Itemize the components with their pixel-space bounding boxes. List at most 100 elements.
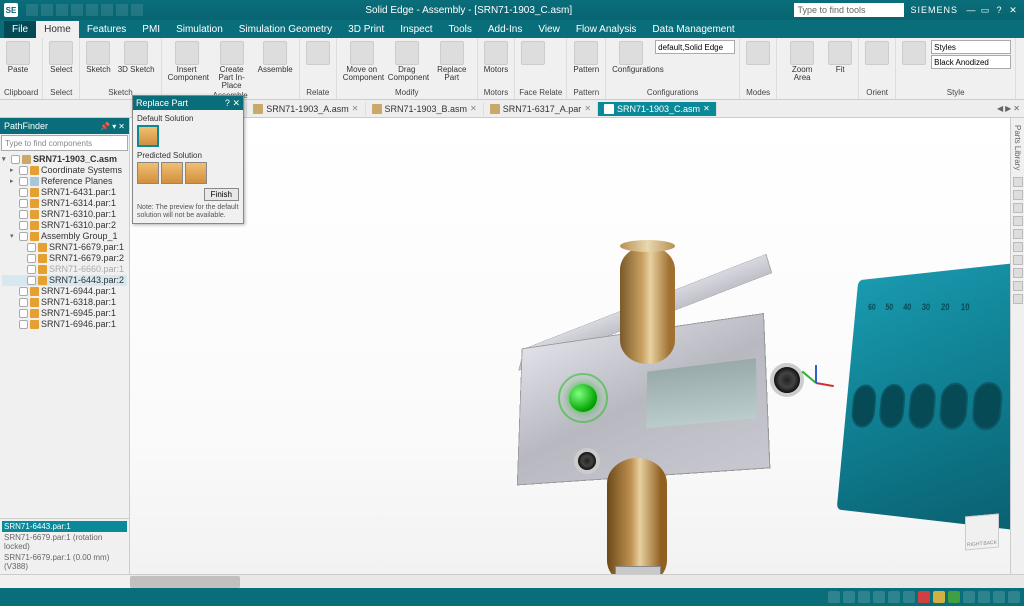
tree-item[interactable]: SRN71-6443.par:2 (2, 275, 127, 286)
doc-tab[interactable]: SRN71-1903_B.asm✕ (366, 102, 484, 116)
ribbon-drag-component[interactable]: Drag Component (386, 40, 428, 83)
status-icon[interactable] (918, 591, 930, 603)
tree-item[interactable]: SRN71-6679.par:1 (2, 242, 127, 253)
h-scrollbar[interactable] (0, 574, 1024, 588)
style-select[interactable]: Black Anodized (931, 55, 1011, 69)
tree-item[interactable]: SRN71-6431.par:1 (2, 187, 127, 198)
menu-tab-simulation-geometry[interactable]: Simulation Geometry (231, 21, 340, 38)
tree-item[interactable]: SRN71-6660.par:1 (2, 264, 127, 275)
finish-button[interactable]: Finish (204, 188, 239, 201)
qa-btn[interactable] (101, 4, 113, 16)
predicted-thumb-1[interactable] (137, 162, 159, 184)
menu-tab-3d-print[interactable]: 3D Print (340, 21, 392, 38)
ribbon-3d-sketch[interactable]: 3D Sketch (116, 40, 157, 75)
help-button[interactable]: ? (992, 3, 1006, 17)
status-icon[interactable] (873, 591, 885, 603)
status-icon[interactable] (888, 591, 900, 603)
dock-btn[interactable] (1013, 255, 1023, 265)
status-icon[interactable] (843, 591, 855, 603)
ribbon-select[interactable]: Select (47, 40, 75, 75)
qa-btn[interactable] (86, 4, 98, 16)
doc-tab[interactable]: SRN71-1903_C.asm✕ (598, 102, 717, 116)
dock-btn[interactable] (1013, 242, 1023, 252)
menu-tab-simulation[interactable]: Simulation (168, 21, 231, 38)
relation-row[interactable]: SRN71-6679.par:1 (0.00 mm) (V388) (2, 552, 127, 572)
tree-item[interactable]: SRN71-6946.par:1 (2, 319, 127, 330)
tree-root[interactable]: ▾SRN71-1903_C.asm (2, 154, 127, 165)
status-icon[interactable] (858, 591, 870, 603)
tool-search[interactable]: Type to find tools (794, 3, 904, 17)
ribbon-pattern[interactable]: Pattern (571, 40, 601, 75)
menu-tab-features[interactable]: Features (79, 21, 134, 38)
ribbon-btn[interactable] (304, 40, 332, 66)
relation-row[interactable]: SRN71-6679.par:1 (rotation locked) (2, 532, 127, 552)
ribbon-move-on-component[interactable]: Move on Component (341, 40, 383, 83)
pathfinder-search[interactable]: Type to find components (1, 135, 128, 151)
predicted-thumb-2[interactable] (161, 162, 183, 184)
tree-item[interactable]: SRN71-6679.par:2 (2, 253, 127, 264)
tree-item[interactable]: ▸Coordinate Systems (2, 165, 127, 176)
panel-menu-icon[interactable]: ▾ (112, 122, 116, 131)
tree-item[interactable]: ▾Assembly Group_1 (2, 231, 127, 242)
tree-item[interactable]: SRN71-6944.par:1 (2, 286, 127, 297)
ribbon-assemble[interactable]: Assemble (256, 40, 295, 91)
ribbon-btn[interactable] (744, 40, 772, 66)
status-icon[interactable] (978, 591, 990, 603)
default-solution-thumb[interactable] (137, 125, 159, 147)
panel-close-icon[interactable]: ✕ (232, 98, 240, 108)
predicted-thumb-3[interactable] (185, 162, 207, 184)
status-icon[interactable] (1008, 591, 1020, 603)
tree-item[interactable]: ▸Reference Planes (2, 176, 127, 187)
menu-tab-pmi[interactable]: PMI (134, 21, 168, 38)
ribbon-btn[interactable] (900, 40, 928, 69)
viewport-3d[interactable]: 605040302010 RIGHTBACK Parts Library (130, 118, 1024, 574)
restore-button[interactable]: ▭ (978, 3, 992, 17)
ribbon-replace-part[interactable]: Replace Part (431, 40, 473, 83)
menu-tab-tools[interactable]: Tools (441, 21, 480, 38)
ribbon-paste[interactable]: Paste (4, 40, 32, 75)
menu-tab-inspect[interactable]: Inspect (392, 21, 440, 38)
menu-tab-file[interactable]: File (4, 21, 36, 38)
status-icon[interactable] (948, 591, 960, 603)
dock-btn[interactable] (1013, 203, 1023, 213)
parts-library-tab[interactable]: Parts Library (1013, 125, 1022, 170)
close-button[interactable]: ✕ (1006, 3, 1020, 17)
status-icon[interactable] (933, 591, 945, 603)
ribbon-btn[interactable] (863, 40, 891, 66)
panel-close-icon[interactable]: ✕ (118, 122, 125, 131)
tree-item[interactable]: SRN71-6945.par:1 (2, 308, 127, 319)
ribbon-zoom-area[interactable]: Zoom Area (781, 40, 823, 83)
tree-item[interactable]: SRN71-6310.par:1 (2, 209, 127, 220)
qa-btn[interactable] (56, 4, 68, 16)
ribbon-sketch[interactable]: Sketch (84, 40, 112, 75)
ribbon-motors[interactable]: Motors (482, 40, 510, 75)
dock-btn[interactable] (1013, 177, 1023, 187)
panel-pin-icon[interactable]: 📌 (100, 122, 110, 131)
dock-btn[interactable] (1013, 229, 1023, 239)
qa-btn[interactable] (41, 4, 53, 16)
ribbon-fit[interactable]: Fit (826, 40, 854, 83)
dock-btn[interactable] (1013, 268, 1023, 278)
status-icon[interactable] (963, 591, 975, 603)
dock-btn[interactable] (1013, 216, 1023, 226)
dock-btn[interactable] (1013, 190, 1023, 200)
menu-tab-data-management[interactable]: Data Management (644, 21, 742, 38)
view-cube[interactable]: RIGHTBACK (965, 514, 999, 551)
menu-tab-flow-analysis[interactable]: Flow Analysis (568, 21, 645, 38)
config-select[interactable]: default,Solid Edge (655, 40, 735, 54)
menu-tab-add-ins[interactable]: Add-Ins (480, 21, 530, 38)
ribbon-insert-component[interactable]: Insert Component (166, 40, 208, 91)
ribbon-btn[interactable] (519, 40, 547, 66)
dock-btn[interactable] (1013, 294, 1023, 304)
status-icon[interactable] (903, 591, 915, 603)
menu-tab-view[interactable]: View (530, 21, 568, 38)
doc-tab[interactable]: SRN71-6317_A.par✕ (484, 102, 598, 116)
qa-btn[interactable] (131, 4, 143, 16)
minimize-button[interactable]: — (964, 3, 978, 17)
ribbon-create-part-in-place[interactable]: Create Part In-Place (211, 40, 253, 91)
ribbon-configurations[interactable]: Configurations (610, 40, 652, 75)
qa-btn[interactable] (26, 4, 38, 16)
dock-btn[interactable] (1013, 281, 1023, 291)
tree-item[interactable]: SRN71-6314.par:1 (2, 198, 127, 209)
status-icon[interactable] (828, 591, 840, 603)
